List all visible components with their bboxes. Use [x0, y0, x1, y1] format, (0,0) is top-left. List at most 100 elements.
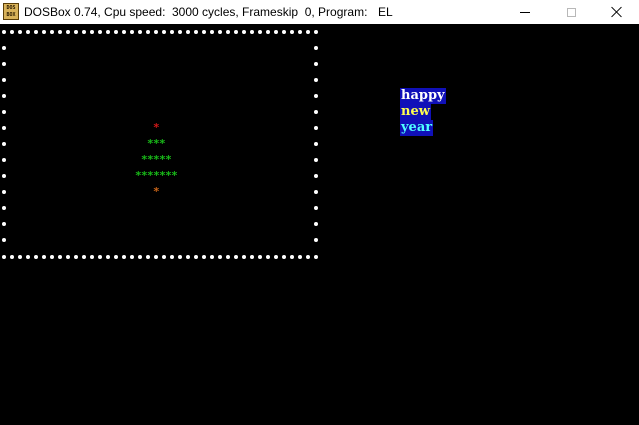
window-title-cycles: 3000 cycles, Frameskip 0, Program:: [172, 5, 368, 19]
tree-branch-row: *******: [135, 169, 178, 182]
border-dot-top: [82, 30, 86, 34]
border-dot-right: [314, 142, 318, 146]
border-dot-top: [298, 30, 302, 34]
border-dot-bottom: [50, 255, 54, 259]
border-dot-top: [74, 30, 78, 34]
border-dot-top: [290, 30, 294, 34]
border-dot-bottom: [98, 255, 102, 259]
dosbox-app-icon[interactable]: DOS BOX: [3, 3, 19, 20]
border-dot-top: [226, 30, 230, 34]
border-dot-top: [178, 30, 182, 34]
border-dot-bottom: [242, 255, 246, 259]
border-dot-bottom: [10, 255, 14, 259]
border-dot-top: [106, 30, 110, 34]
border-dot-top: [2, 30, 6, 34]
border-dot-bottom: [106, 255, 110, 259]
border-dot-top: [170, 30, 174, 34]
border-dot-top: [58, 30, 62, 34]
border-dot-top: [210, 30, 214, 34]
border-dot-bottom: [290, 255, 294, 259]
title-bar[interactable]: DOS BOX DOSBox 0.74, Cpu speed: 3000 cyc…: [0, 0, 639, 24]
border-dot-bottom: [66, 255, 70, 259]
border-dot-top: [138, 30, 142, 34]
window-title-app: DOSBox 0.74, Cpu speed:: [24, 5, 166, 19]
border-dot-bottom: [74, 255, 78, 259]
border-dot-bottom: [18, 255, 22, 259]
border-dot-right: [314, 78, 318, 82]
border-dot-bottom: [34, 255, 38, 259]
border-dot-top: [34, 30, 38, 34]
border-dot-left: [2, 94, 6, 98]
border-dot-bottom: [258, 255, 262, 259]
border-dot-right: [314, 62, 318, 66]
border-dot-top: [42, 30, 46, 34]
border-dot-right: [314, 174, 318, 178]
border-dot-bottom: [314, 255, 318, 259]
border-dot-right: [314, 158, 318, 162]
greeting-line: year: [400, 120, 434, 136]
border-dot-top: [234, 30, 238, 34]
border-dot-top: [266, 30, 270, 34]
border-dot-bottom: [162, 255, 166, 259]
border-dot-top: [154, 30, 158, 34]
border-dot-left: [2, 158, 6, 162]
border-dot-top: [194, 30, 198, 34]
minimize-icon: [520, 11, 530, 13]
border-dot-right: [314, 110, 318, 114]
border-dot-top: [98, 30, 102, 34]
border-dot-top: [114, 30, 118, 34]
border-dot-right: [314, 190, 318, 194]
border-dot-bottom: [122, 255, 126, 259]
maximize-button[interactable]: [548, 0, 594, 24]
greeting-line: new: [400, 104, 431, 120]
border-dot-bottom: [298, 255, 302, 259]
border-dot-left: [2, 174, 6, 178]
dos-screen[interactable]: * *** ***** ******* * happy new year: [0, 24, 639, 425]
border-dot-bottom: [26, 255, 30, 259]
border-dot-left: [2, 142, 6, 146]
border-dot-bottom: [178, 255, 182, 259]
border-dot-top: [26, 30, 30, 34]
border-dot-top: [66, 30, 70, 34]
border-dot-top: [202, 30, 206, 34]
border-dot-right: [314, 126, 318, 130]
border-dot-bottom: [130, 255, 134, 259]
border-dot-bottom: [282, 255, 286, 259]
border-dot-top: [162, 30, 166, 34]
border-dot-bottom: [186, 255, 190, 259]
minimize-button[interactable]: [502, 0, 548, 24]
border-dot-top: [146, 30, 150, 34]
border-dot-left: [2, 46, 6, 50]
greeting-line: happy: [400, 88, 446, 104]
border-dot-top: [306, 30, 310, 34]
tree-branch-row: ***: [147, 137, 166, 150]
maximize-icon: [566, 7, 576, 17]
border-dot-left: [2, 126, 6, 130]
border-dot-top: [90, 30, 94, 34]
border-dot-top: [50, 30, 54, 34]
border-dot-right: [314, 206, 318, 210]
tree-branch-row: *****: [141, 153, 172, 166]
border-dot-bottom: [58, 255, 62, 259]
border-dot-bottom: [218, 255, 222, 259]
border-dot-left: [2, 110, 6, 114]
tree-trunk: *: [153, 185, 160, 198]
border-dot-right: [314, 222, 318, 226]
border-dot-left: [2, 238, 6, 242]
border-dot-bottom: [138, 255, 142, 259]
border-dot-top: [282, 30, 286, 34]
border-dot-top: [250, 30, 254, 34]
border-dot-top: [10, 30, 14, 34]
border-dot-left: [2, 62, 6, 66]
border-dot-top: [258, 30, 262, 34]
border-dot-top: [18, 30, 22, 34]
close-icon: [611, 6, 623, 18]
close-button[interactable]: [594, 0, 639, 24]
tree-top-star: *: [153, 121, 160, 134]
border-dot-top: [218, 30, 222, 34]
border-dot-bottom: [2, 255, 6, 259]
border-dot-top: [314, 30, 318, 34]
border-dot-bottom: [42, 255, 46, 259]
border-dot-bottom: [82, 255, 86, 259]
border-dot-bottom: [146, 255, 150, 259]
